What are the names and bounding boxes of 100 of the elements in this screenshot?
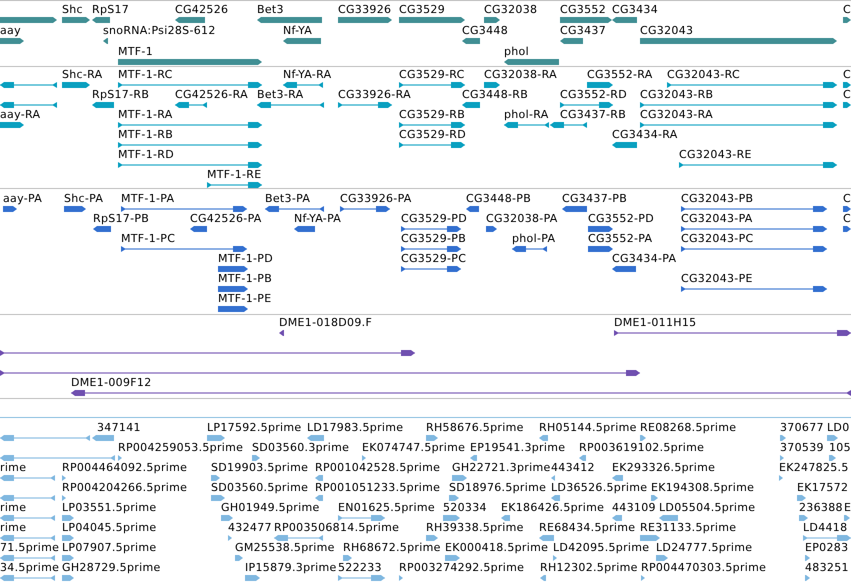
feature-label: RH39338.5prime bbox=[426, 521, 524, 534]
feature-label: CG32043-PE bbox=[681, 272, 753, 285]
feature-label: C bbox=[843, 212, 851, 225]
feature-label: CG32043 bbox=[640, 24, 694, 37]
feature-label: rime bbox=[0, 461, 26, 474]
feature-label: LD42095.5prime bbox=[553, 541, 650, 554]
feature-label: CG32043-RE bbox=[679, 148, 752, 161]
feature-label: phol-RA bbox=[504, 108, 549, 121]
feature-label: RH68672.5prime bbox=[343, 541, 441, 554]
feature-label: 34.5prime bbox=[0, 561, 60, 574]
feature-label: EK074747.5prime bbox=[362, 441, 466, 454]
feature-label: aay-RA bbox=[0, 108, 40, 121]
feature-label: phol-PA bbox=[512, 232, 556, 245]
feature-label: 347141 bbox=[97, 421, 141, 434]
feature-label: MTF-1-PD bbox=[218, 252, 273, 265]
feature-label: SD03560.5prime bbox=[211, 481, 308, 494]
feature-label: RE68434.5prime bbox=[539, 521, 636, 534]
feature-label: RH58676.5prime bbox=[426, 421, 524, 434]
feature-label: RP004204266.5prime bbox=[62, 481, 188, 494]
feature-label: Nf-YA-RA bbox=[283, 68, 332, 81]
feature-label: Bet3-PA bbox=[265, 192, 310, 205]
feature-label: CG3529-PD bbox=[401, 212, 467, 225]
feature-label: aay-PA bbox=[3, 192, 42, 205]
feature-label: SD19903.5prime bbox=[211, 461, 308, 474]
feature-label: CG3529-RB bbox=[399, 108, 466, 121]
feature-label: GH28729.5prime bbox=[62, 561, 161, 574]
feature-label: MTF-1-RB bbox=[118, 128, 174, 141]
feature-label: MTF-1 bbox=[118, 45, 154, 58]
feature-label: EK000418.5prime bbox=[445, 541, 548, 554]
feature-label: 370677 bbox=[780, 421, 824, 434]
feature-label: CG32038 bbox=[484, 3, 538, 16]
feature-label: EK186426.5prime bbox=[501, 501, 604, 514]
feature-label: CG33926-RA bbox=[338, 88, 411, 101]
feature-label: Shc-PA bbox=[64, 192, 104, 205]
feature-label: GH22721.3prime bbox=[452, 461, 551, 474]
feature-label: DME1-009F12 bbox=[71, 376, 152, 389]
feature-label: EK17572 bbox=[797, 481, 848, 494]
feature-label: RpS17-PB bbox=[93, 212, 150, 225]
feature-label: CG32043-RB bbox=[640, 88, 714, 101]
feature-label: RE31133.5prime bbox=[640, 521, 736, 534]
feature-label: CG3552-PA bbox=[588, 232, 652, 245]
feature-label: RP003619102.5prime bbox=[579, 441, 704, 454]
feature-label: EP0283 bbox=[805, 541, 848, 554]
feature-label: CG3434 bbox=[612, 3, 658, 16]
feature-label: CG3437-PB bbox=[562, 192, 628, 205]
feature-label: DME1-011H15 bbox=[614, 316, 696, 329]
feature-label: MTF-1-RE bbox=[207, 168, 262, 181]
feature-label: CG3529 bbox=[399, 3, 445, 16]
feature-label: CG33926 bbox=[338, 3, 392, 16]
feature-label: SD18976.5prime bbox=[449, 481, 546, 494]
feature-label: 483251 bbox=[805, 561, 849, 574]
feature-label: EN01625.5prime bbox=[338, 501, 435, 514]
feature-label: 236388 bbox=[799, 501, 843, 514]
feature-label: RE08268.5prime bbox=[640, 421, 736, 434]
feature-label: RP001042528.5prime bbox=[315, 461, 440, 474]
feature-label: MTF-1-RD bbox=[118, 148, 174, 161]
feature-label: Shc bbox=[62, 3, 83, 16]
feature-label: EP19541.3prime bbox=[470, 441, 566, 454]
feature-label: LD05504.5prime bbox=[659, 501, 756, 514]
feature-label: Bet3 bbox=[257, 3, 284, 16]
feature-label: MTF-1-PE bbox=[218, 292, 272, 305]
feature-label: CG32038-RA bbox=[484, 68, 557, 81]
feature-label: EK247825.5 bbox=[779, 461, 849, 474]
feature-label: C bbox=[843, 3, 851, 16]
feature-label: CG33926-PA bbox=[340, 192, 412, 205]
feature-label: CG3552-RD bbox=[560, 88, 627, 101]
feature-label: CG42526-PA bbox=[190, 212, 262, 225]
feature-label: CG32043-PA bbox=[681, 212, 753, 225]
feature-label: aay bbox=[0, 24, 21, 37]
feature-label: LD0 bbox=[827, 421, 850, 434]
feature-label: CG3529-RD bbox=[399, 128, 466, 141]
feature-label: EK293326.5prime bbox=[612, 461, 716, 474]
feature-label: LD17983.5prime bbox=[307, 421, 404, 434]
feature-label: 522233 bbox=[338, 561, 382, 574]
feature-label: MTF-1-RC bbox=[118, 68, 173, 81]
feature-label: 105 bbox=[829, 441, 851, 454]
feature-label: CG3448-PB bbox=[466, 192, 532, 205]
feature-label: MTF-1-PC bbox=[121, 232, 176, 245]
feature-label: LP03551.5prime bbox=[62, 501, 156, 514]
feature-label: CG3437 bbox=[560, 24, 606, 37]
feature-label: LD24777.5prime bbox=[656, 541, 752, 554]
feature-label: RpS17 bbox=[92, 3, 130, 16]
feature-label: CG3448-RB bbox=[462, 88, 528, 101]
feature-label: CG42526-RA bbox=[175, 88, 248, 101]
feature-label: RpS17-RB bbox=[92, 88, 150, 101]
feature-label: CG3529-PB bbox=[401, 232, 466, 245]
feature-label: LP04045.5prime bbox=[62, 521, 156, 534]
feature-label: CG32043-PB bbox=[681, 192, 754, 205]
feature-label: CG3529-PC bbox=[401, 252, 466, 265]
feature-label: CG32043-PC bbox=[681, 232, 754, 245]
feature-label: CG3552-PD bbox=[588, 212, 654, 225]
feature-label: C bbox=[843, 68, 851, 81]
feature-label: CG32043-RA bbox=[640, 108, 713, 121]
feature-label: GM25538.5prime bbox=[235, 541, 335, 554]
feature-label: CG3552-RA bbox=[587, 68, 653, 81]
feature-label: rime bbox=[0, 521, 26, 534]
feature-label: MTF-1-PB bbox=[218, 272, 272, 285]
feature-label: CG3434-RA bbox=[612, 128, 678, 141]
feature-label: CG32038-PA bbox=[486, 212, 558, 225]
feature-label: CG3552 bbox=[560, 3, 606, 16]
